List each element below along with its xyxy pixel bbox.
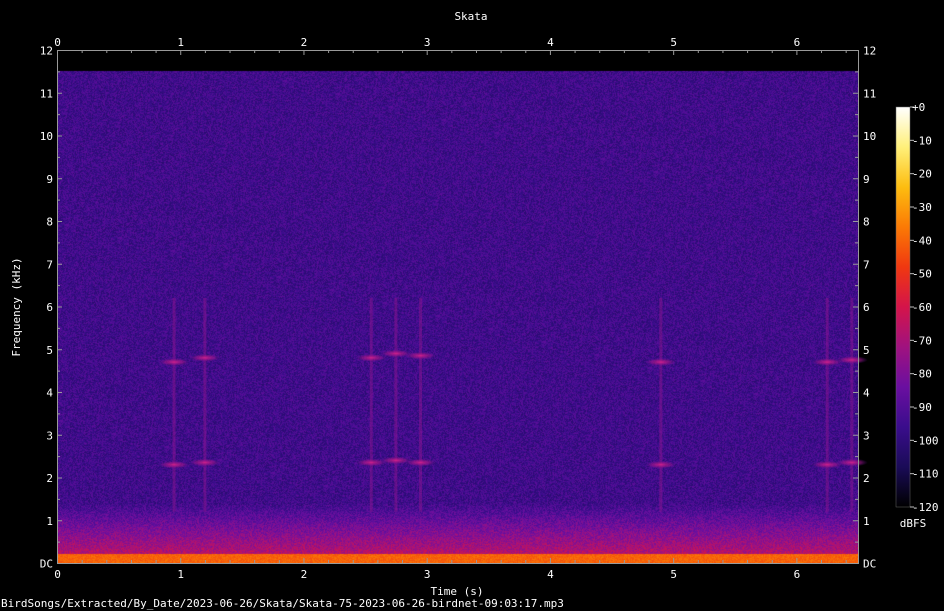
colorbar-tick-label: -90: [912, 401, 932, 414]
colorbar-tick-label: -10: [912, 134, 932, 147]
x-tick-label-top: 2: [301, 36, 308, 49]
y-tick-label-left: DC: [40, 558, 53, 571]
y-tick-label-right: 12: [863, 45, 876, 58]
x-tick-label-bottom: 0: [54, 568, 61, 581]
y-tick-label-left: 7: [46, 258, 53, 271]
x-tick-label-bottom: 1: [177, 568, 184, 581]
colorbar-tick-label: -30: [912, 201, 932, 214]
y-tick-label-right: 2: [863, 472, 870, 485]
colorbar: [895, 106, 911, 508]
x-tick-label-bottom: 5: [670, 568, 677, 581]
y-tick-label-left: 2: [46, 472, 53, 485]
colorbar-tick-label: -20: [912, 168, 932, 181]
y-tick-label-left: 8: [46, 216, 53, 229]
call-harmonic-mark: [188, 353, 221, 362]
x-tick-label-top: 4: [547, 36, 554, 49]
colorbar-tick-label: -100: [912, 434, 939, 447]
y-tick-label-right: 10: [863, 130, 876, 143]
call-harmonic-mark: [158, 460, 191, 469]
y-tick-label-right: DC: [863, 558, 876, 571]
y-tick-label-left: 12: [40, 45, 53, 58]
x-tick-label-top: 3: [424, 36, 431, 49]
call-harmonic-mark: [404, 351, 437, 360]
y-tick-label-right: 11: [863, 87, 876, 100]
x-tick-label-bottom: 6: [794, 568, 801, 581]
y-tick-label-left: 9: [46, 173, 53, 186]
call-vertical-streak: [850, 297, 854, 512]
colorbar-unit-label: dBFS: [900, 517, 927, 530]
call-vertical-streak: [394, 297, 398, 512]
call-harmonic-mark: [158, 358, 191, 367]
colorbar-tick-label: -70: [912, 334, 932, 347]
call-vertical-streak: [203, 297, 207, 512]
y-tick-label-right: 7: [863, 258, 870, 271]
chart-title: Skata: [454, 10, 487, 23]
y-tick-label-right: 4: [863, 387, 870, 400]
y-tick-label-right: 1: [863, 515, 870, 528]
y-tick-label-right: 6: [863, 301, 870, 314]
call-harmonic-mark: [188, 458, 221, 467]
call-harmonic-mark: [644, 358, 677, 367]
x-tick-label-top: 1: [177, 36, 184, 49]
spectrogram-plot-area: [57, 50, 858, 563]
y-tick-label-left: 3: [46, 429, 53, 442]
y-tick-label-right: 3: [863, 429, 870, 442]
y-tick-label-left: 4: [46, 387, 53, 400]
x-tick-label-top: 6: [794, 36, 801, 49]
file-path-label: BirdSongs/Extracted/By_Date/2023-06-26/S…: [1, 597, 564, 610]
x-tick-label-top: 0: [54, 36, 61, 49]
y-tick-label-left: 11: [40, 87, 53, 100]
call-harmonic-mark: [404, 458, 437, 467]
x-tick-label-bottom: 2: [301, 568, 308, 581]
x-tick-label-bottom: 4: [547, 568, 554, 581]
colorbar-tick-label: -80: [912, 368, 932, 381]
call-harmonic-mark: [835, 458, 868, 467]
y-tick-label-right: 8: [863, 216, 870, 229]
colorbar-tick-label: -60: [912, 301, 932, 314]
y-tick-label-left: 1: [46, 515, 53, 528]
y-tick-label-right: 9: [863, 173, 870, 186]
call-vertical-streak: [419, 297, 423, 512]
x-tick-label-bottom: 3: [424, 568, 431, 581]
y-tick-label-right: 5: [863, 344, 870, 357]
y-tick-label-left: 5: [46, 344, 53, 357]
colorbar-tick-label: -40: [912, 234, 932, 247]
colorbar-tick-label: -50: [912, 268, 932, 281]
colorbar-tick-label: +0: [912, 101, 925, 114]
x-tick-label-top: 5: [670, 36, 677, 49]
y-axis-label: Frequency (kHz): [10, 257, 23, 356]
y-tick-label-left: 10: [40, 130, 53, 143]
colorbar-tick-label: -120: [912, 501, 939, 514]
call-vertical-streak: [369, 297, 373, 512]
call-vertical-streak: [659, 297, 663, 512]
call-harmonic-mark: [835, 355, 868, 364]
colorbar-tick-label: -110: [912, 468, 939, 481]
call-vertical-streak: [825, 297, 829, 512]
spectrogram-figure: Skata 00112233445566DC DC1 12 23 34 45 56 67 78 8…: [1, 10, 939, 610]
call-harmonic-mark: [644, 460, 677, 469]
call-vertical-streak: [172, 297, 176, 512]
colorbar-ticks: +0 -10 -20 -30 -40 -50 -60 -70 -80 -90 -100 -110 -12…: [910, 101, 939, 514]
y-tick-label-left: 6: [46, 301, 53, 314]
